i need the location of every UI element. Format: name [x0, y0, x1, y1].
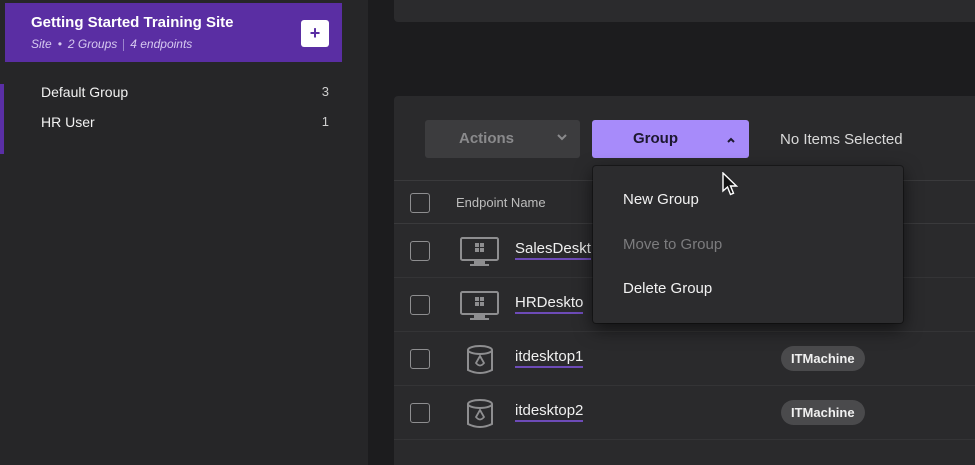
site-type: Site [31, 37, 52, 51]
actions-button-label: Actions [459, 130, 515, 147]
group-dropdown-menu: New Group Move to Group Delete Group [593, 166, 903, 323]
monitor-icon [460, 291, 499, 320]
meta-dot-separator: • [57, 37, 62, 51]
menu-item-move-to-group: Move to Group [623, 236, 723, 253]
site-title: Getting Started Training Site [31, 14, 234, 31]
endpoint-name-link[interactable]: itdesktop1 [515, 348, 584, 368]
actions-button[interactable]: Actions [425, 120, 580, 158]
database-icon [467, 345, 493, 374]
endpoint-name-link[interactable]: HRDeskto [515, 294, 584, 314]
table-row: itdesktop2 ITMachine [394, 386, 975, 440]
group-item-label: HR User [41, 114, 95, 130]
chevron-up-icon [725, 130, 737, 149]
site-group-count: 2 Groups [67, 37, 118, 51]
meta-divider [123, 38, 125, 51]
database-icon [467, 399, 493, 428]
group-button[interactable]: Group [592, 120, 749, 158]
site-meta: Site • 2 Groups 4 endpoints [31, 37, 192, 51]
sidebar: Getting Started Training Site Site • 2 Gro… [0, 0, 368, 465]
site-endpoint-count: 4 endpoints [130, 37, 193, 51]
row-checkbox[interactable] [410, 241, 430, 261]
endpoint-tag: ITMachine [781, 400, 865, 425]
group-list: Default Group 3 HR User 1 [0, 78, 345, 138]
menu-item-new-group[interactable]: New Group [623, 191, 699, 208]
monitor-icon [460, 237, 499, 266]
row-checkbox[interactable] [410, 349, 430, 369]
group-button-label: Group [633, 130, 678, 147]
chevron-down-icon [556, 129, 568, 148]
column-header-endpoint-name[interactable]: Endpoint Name [456, 195, 546, 210]
group-item-default-group[interactable]: Default Group 3 [0, 78, 345, 108]
endpoint-name-link[interactable]: itdesktop2 [515, 402, 584, 422]
app-root: Getting Started Training Site Site • 2 Gro… [0, 0, 975, 465]
group-item-count: 3 [321, 84, 329, 99]
endpoint-tag: ITMachine [781, 346, 865, 371]
menu-item-delete-group[interactable]: Delete Group [623, 280, 712, 297]
site-header[interactable]: Getting Started Training Site Site • 2 Gro… [5, 3, 342, 62]
group-item-label: Default Group [41, 84, 129, 100]
row-checkbox[interactable] [410, 403, 430, 423]
top-card [394, 0, 975, 22]
group-item-count: 1 [321, 114, 329, 129]
add-group-button[interactable]: + [301, 20, 329, 47]
mouse-cursor-icon [722, 172, 739, 196]
select-all-checkbox[interactable] [410, 193, 430, 213]
endpoint-name-link[interactable]: SalesDeskt [515, 240, 591, 260]
selection-status: No Items Selected [780, 131, 903, 148]
row-checkbox[interactable] [410, 295, 430, 315]
group-item-hr-user[interactable]: HR User 1 [0, 108, 345, 138]
table-row: itdesktop1 ITMachine [394, 332, 975, 386]
